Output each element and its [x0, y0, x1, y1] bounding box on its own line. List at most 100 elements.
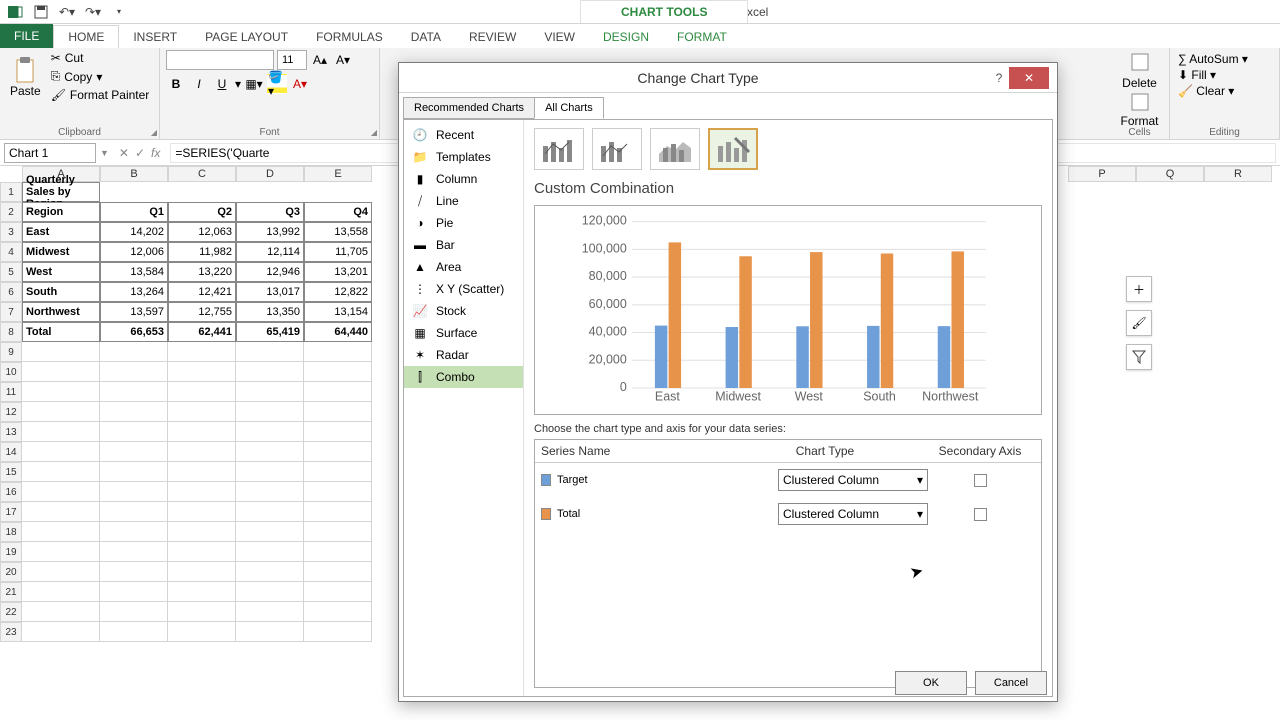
cell[interactable] [168, 362, 236, 382]
cancel-button[interactable]: Cancel [975, 671, 1047, 695]
grow-font-icon[interactable]: A▴ [310, 50, 330, 70]
cell[interactable] [168, 522, 236, 542]
cell[interactable] [304, 422, 372, 442]
row-header[interactable]: 2 [0, 202, 22, 222]
chart-type-select-total[interactable]: Clustered Column▾ [778, 503, 928, 525]
cell[interactable] [236, 422, 304, 442]
column-header[interactable]: R [1204, 166, 1272, 182]
row-header[interactable]: 7 [0, 302, 22, 322]
cell[interactable]: 13,558 [304, 222, 372, 242]
cell[interactable] [168, 482, 236, 502]
cell[interactable] [100, 382, 168, 402]
cell[interactable] [100, 622, 168, 642]
cell[interactable] [236, 342, 304, 362]
save-icon[interactable] [32, 3, 50, 21]
delete-cells-icon[interactable] [1130, 50, 1150, 74]
cell[interactable]: 12,114 [236, 242, 304, 262]
cell[interactable]: 13,017 [236, 282, 304, 302]
cell[interactable] [168, 402, 236, 422]
column-header[interactable]: B [100, 166, 168, 182]
cell[interactable] [100, 582, 168, 602]
qat-customize-icon[interactable]: ▾ [110, 3, 128, 21]
cell[interactable] [22, 382, 100, 402]
category-line[interactable]: ⧸Line [404, 190, 523, 212]
cell[interactable] [236, 562, 304, 582]
cell[interactable]: 64,440 [304, 322, 372, 342]
cell[interactable] [168, 382, 236, 402]
cell[interactable] [236, 522, 304, 542]
cell[interactable]: East [22, 222, 100, 242]
ok-button[interactable]: OK [895, 671, 967, 695]
column-header[interactable]: E [304, 166, 372, 182]
category-templates[interactable]: 📁Templates [404, 146, 523, 168]
cell[interactable]: 66,653 [100, 322, 168, 342]
cell[interactable] [100, 562, 168, 582]
cell[interactable] [22, 562, 100, 582]
category-column[interactable]: ▮Column [404, 168, 523, 190]
cell[interactable] [22, 482, 100, 502]
row-header[interactable]: 13 [0, 422, 22, 442]
paste-button[interactable]: Paste [6, 54, 45, 100]
cell[interactable] [100, 362, 168, 382]
font-size-combo[interactable] [277, 50, 307, 70]
recommended-charts-tab[interactable]: Recommended Charts [403, 97, 535, 119]
category-recent[interactable]: 🕘Recent [404, 124, 523, 146]
cell[interactable] [236, 382, 304, 402]
cell[interactable]: 65,419 [236, 322, 304, 342]
cell[interactable] [100, 422, 168, 442]
cell[interactable]: Q2 [168, 202, 236, 222]
category-stock[interactable]: 📈Stock [404, 300, 523, 322]
cell[interactable] [22, 342, 100, 362]
cell[interactable]: South [22, 282, 100, 302]
cell[interactable]: 11,705 [304, 242, 372, 262]
category-x-y-scatter-[interactable]: ⋮X Y (Scatter) [404, 278, 523, 300]
cell[interactable] [168, 582, 236, 602]
cell[interactable] [168, 602, 236, 622]
data-tab[interactable]: DATA [397, 26, 455, 48]
column-header[interactable]: C [168, 166, 236, 182]
cell[interactable]: 62,441 [168, 322, 236, 342]
cell[interactable]: 13,220 [168, 262, 236, 282]
cell[interactable] [304, 522, 372, 542]
cell[interactable] [304, 602, 372, 622]
row-header[interactable]: 12 [0, 402, 22, 422]
fill-color-button[interactable]: 🪣▾ [267, 74, 287, 94]
cell[interactable] [100, 342, 168, 362]
row-header[interactable]: 16 [0, 482, 22, 502]
autosum-button[interactable]: ∑ AutoSum ▾ [1178, 52, 1271, 66]
cell[interactable] [304, 542, 372, 562]
undo-icon[interactable]: ↶▾ [58, 3, 76, 21]
row-header[interactable]: 6 [0, 282, 22, 302]
combo-subtype-custom[interactable] [708, 128, 758, 170]
row-header[interactable]: 21 [0, 582, 22, 602]
cell[interactable] [168, 502, 236, 522]
cell[interactable] [304, 462, 372, 482]
combo-subtype-1[interactable] [534, 128, 584, 170]
formulas-tab[interactable]: FORMULAS [302, 26, 397, 48]
category-radar[interactable]: ✶Radar [404, 344, 523, 366]
dialog-close-button[interactable]: ✕ [1009, 67, 1049, 89]
column-header[interactable]: Q [1136, 166, 1204, 182]
cut-button[interactable]: ✂Cut [49, 50, 152, 66]
row-header[interactable]: 20 [0, 562, 22, 582]
cell[interactable]: 12,006 [100, 242, 168, 262]
cell[interactable] [100, 462, 168, 482]
row-header[interactable]: 17 [0, 502, 22, 522]
cell[interactable] [304, 402, 372, 422]
category-surface[interactable]: ▦Surface [404, 322, 523, 344]
redo-icon[interactable]: ↷▾ [84, 3, 102, 21]
dialog-help-button[interactable]: ? [989, 71, 1009, 85]
name-box-dropdown-icon[interactable]: ▼ [100, 148, 109, 158]
row-header[interactable]: 18 [0, 522, 22, 542]
copy-button[interactable]: ⎘Copy ▾ [49, 68, 152, 85]
cell[interactable] [22, 422, 100, 442]
cell[interactable] [236, 602, 304, 622]
cell[interactable]: West [22, 262, 100, 282]
all-charts-tab[interactable]: All Charts [534, 97, 604, 119]
view-tab[interactable]: VIEW [530, 26, 589, 48]
row-header[interactable]: 9 [0, 342, 22, 362]
cell[interactable] [236, 362, 304, 382]
cell[interactable] [168, 342, 236, 362]
cell[interactable] [304, 382, 372, 402]
bold-button[interactable]: B [166, 74, 186, 94]
